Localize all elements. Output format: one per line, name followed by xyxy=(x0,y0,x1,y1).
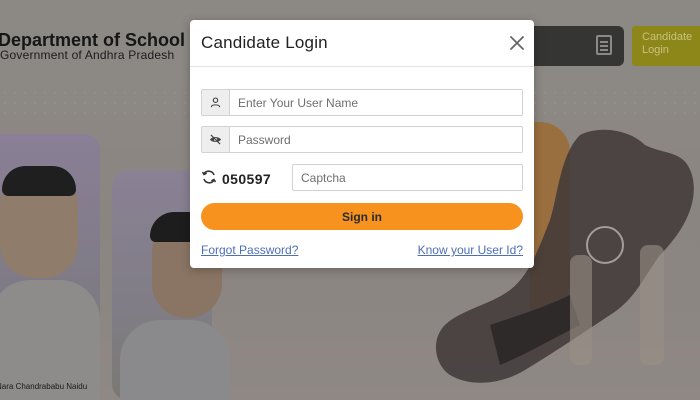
captcha-field-group xyxy=(292,164,523,191)
sign-in-button[interactable]: Sign in xyxy=(201,203,523,230)
leader-2-body xyxy=(120,320,230,400)
close-icon[interactable] xyxy=(508,34,526,52)
government-subtitle: Government of Andhra Pradesh xyxy=(0,48,175,62)
captcha-code: 050597 xyxy=(222,171,272,187)
captcha-input[interactable] xyxy=(293,165,522,190)
password-input[interactable] xyxy=(230,127,522,152)
password-field-group xyxy=(201,126,523,153)
photo-caption: Nara Chandrababu Naidu xyxy=(0,382,88,391)
username-field-group xyxy=(201,89,523,116)
document-icon xyxy=(596,35,612,55)
candidate-login-modal: Candidate Login 050597 Sig xyxy=(190,20,534,268)
eye-slash-icon[interactable] xyxy=(202,127,230,152)
leader-1-hair xyxy=(2,166,76,196)
refresh-icon[interactable] xyxy=(201,169,217,185)
username-input[interactable] xyxy=(230,90,522,115)
know-user-id-link[interactable]: Know your User Id? xyxy=(418,243,523,257)
modal-divider xyxy=(190,66,534,67)
modal-title: Candidate Login xyxy=(201,33,328,52)
header-candidate-login-button[interactable]: Candidate Login xyxy=(632,26,700,66)
user-icon xyxy=(202,90,230,115)
forgot-password-link[interactable]: Forgot Password? xyxy=(201,243,298,257)
